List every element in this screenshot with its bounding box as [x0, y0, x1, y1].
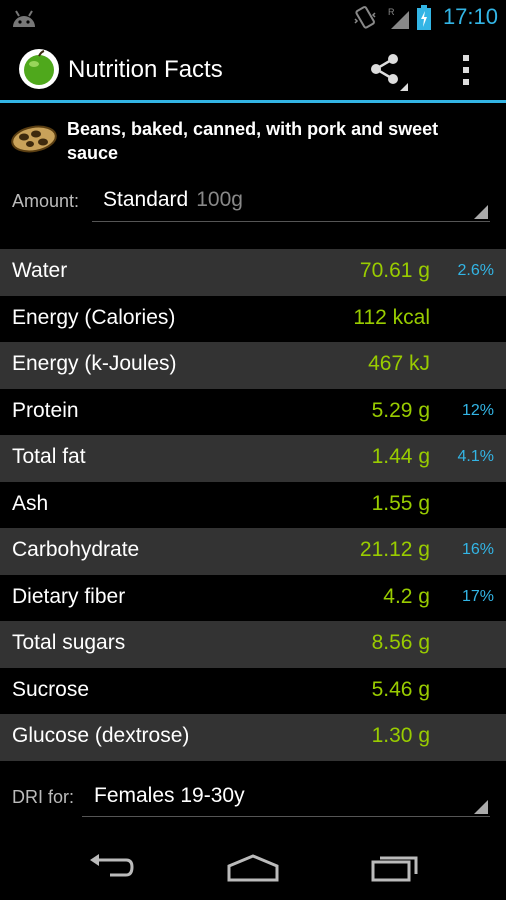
chevron-down-icon [474, 800, 488, 814]
nutrient-value: 1.30 g [371, 724, 430, 747]
nutrient-dri-percent: 17% [461, 587, 494, 605]
beans-icon [11, 125, 57, 153]
nutrient-value: 112 kcal [353, 305, 430, 329]
nutrient-name: Sucrose [12, 677, 90, 701]
status-bar: R 17:10 [0, 0, 506, 36]
nutrient-row[interactable]: Total fat 1.44 g 4.1% [0, 435, 506, 482]
nutrient-value: 5.46 g [371, 677, 430, 701]
nutrient-row[interactable]: Glucose (dextrose) 1.30 g [0, 714, 506, 761]
nutrient-value: 21.12 g [359, 538, 430, 561]
nutrient-value: 70.61 g [359, 259, 430, 282]
nutrient-value: 1.44 g [371, 445, 430, 468]
nutrient-name: Energy (Calories) [12, 305, 176, 329]
dri-spinner[interactable]: Females 19-30y [82, 780, 490, 817]
home-icon[interactable] [226, 854, 280, 882]
nutrient-name: Ash [12, 491, 49, 515]
nutrient-dri-percent: 16% [461, 541, 494, 558]
nutrient-row[interactable]: Dietary fiber 4.2 g 17% [0, 574, 506, 621]
nutrient-value: 467 kJ [368, 352, 430, 375]
nutrient-value: 1.55 g [371, 491, 430, 515]
nutrient-row[interactable]: Sucrose 5.46 g [0, 667, 506, 714]
nutrient-list: Water 70.61 g 2.6% Energy (Calories) 112 kca… [0, 249, 506, 761]
nutrient-name: Total fat [12, 445, 86, 468]
svg-text:R: R [388, 7, 395, 17]
nutrient-row[interactable]: Protein 5.29 g 12% [0, 388, 506, 435]
nutrient-row[interactable]: Energy (k-Joules) 467 kJ [0, 342, 506, 389]
nutrient-name: Energy (k-Joules) [12, 352, 177, 375]
vibrate-icon [354, 6, 376, 29]
overflow-menu-icon[interactable] [454, 52, 478, 88]
nutrient-row[interactable]: Total sugars 8.56 g [0, 621, 506, 668]
nutrient-row[interactable]: Water 70.61 g 2.6% [0, 249, 506, 296]
navigation-bar [0, 830, 506, 900]
action-bar: Nutrition Facts [0, 36, 506, 100]
signal-icon: R [388, 7, 409, 29]
clock: 17:10 [442, 4, 498, 29]
nutrient-row[interactable]: Energy (Calories) 112 kcal [0, 295, 506, 342]
nutrient-row[interactable]: Carbohydrate 21.12 g 16% [0, 528, 506, 575]
amount-unit: 100g [196, 188, 243, 211]
nutrient-row[interactable]: Ash 1.55 g [0, 481, 506, 528]
nutrient-dri-percent: 12% [461, 401, 494, 419]
battery-icon [417, 5, 431, 30]
amount-value: Standard 100g [103, 188, 243, 212]
amount-label: Amount: [12, 191, 80, 211]
nutrient-name: Dietary fiber [12, 584, 126, 608]
recent-apps-icon[interactable] [370, 852, 422, 882]
chevron-down-icon [474, 205, 488, 219]
dri-value: Females 19-30y [94, 784, 245, 807]
apple-logo-icon[interactable] [18, 48, 60, 90]
amount-spinner[interactable]: Standard 100g [92, 183, 490, 222]
nutrient-value: 8.56 g [371, 631, 430, 654]
amount-portion: Standard [103, 188, 189, 211]
dri-label: DRI for: [12, 787, 75, 807]
nutrient-value: 5.29 g [371, 398, 430, 422]
nutrient-name: Water [12, 259, 68, 282]
nutrient-name: Glucose (dextrose) [12, 724, 190, 747]
nutrient-dri-percent: 2.6% [457, 262, 494, 279]
nutrient-name: Carbohydrate [12, 538, 140, 561]
action-bar-divider [0, 100, 506, 103]
share-icon[interactable] [366, 50, 408, 92]
nutrient-value: 4.2 g [383, 584, 430, 608]
back-icon[interactable] [86, 852, 136, 882]
food-name: Beans, baked, canned, with pork and swee… [67, 119, 439, 163]
nutrient-dri-percent: 4.1% [457, 448, 494, 465]
android-icon [13, 10, 35, 27]
nutrient-name: Protein [12, 398, 79, 422]
app-title: Nutrition Facts [68, 56, 223, 83]
nutrient-name: Total sugars [12, 631, 126, 654]
